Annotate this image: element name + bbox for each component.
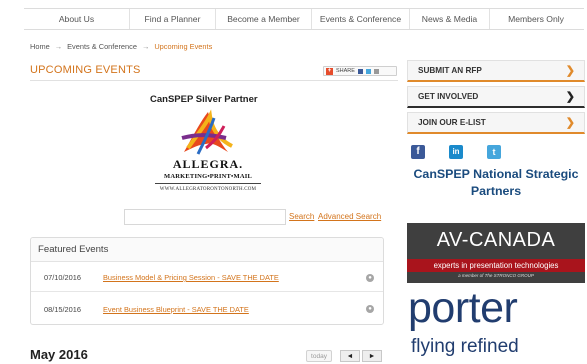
get-involved-label: GET INVOLVED [418,92,479,101]
calendar-month-title: May 2016 [30,347,88,362]
strategic-partners-title: CanSPEP National Strategic Partners [413,167,579,198]
breadcrumb-separator: → [141,42,150,51]
event-title-link[interactable]: Business Model & Pricing Session - SAVE … [101,273,366,282]
event-info-icon[interactable]: ● [366,305,374,313]
nav-item-about-us[interactable]: About Us [24,9,130,29]
facebook-icon[interactable]: f [411,145,425,159]
event-row: 07/10/2016 Business Model & Pricing Sess… [31,264,383,292]
event-row: 08/15/2016 Event Business Blueprint - SA… [31,295,383,323]
breadcrumb-home[interactable]: Home [30,42,50,51]
av-canada-member-note: a member of The STRONCO GROUP [458,273,534,278]
allegra-logo-name: ALLEGRA. [172,157,244,171]
allegra-logo-mark-icon[interactable] [176,108,236,158]
nav-item-members-only[interactable]: Members Only [490,9,582,29]
featured-events-heading: Featured Events [31,238,383,262]
event-title-link[interactable]: Event Business Blueprint - SAVE THE DATE [101,305,366,314]
nav-item-find-a-planner[interactable]: Find a Planner [130,9,216,29]
email-mini-icon [373,68,379,74]
chevron-right-icon: ❯ [565,117,575,129]
nav-item-become-a-member[interactable]: Become a Member [216,9,312,29]
breadcrumb-current: Upcoming Events [154,42,213,51]
breadcrumb-separator: → [54,42,63,51]
silver-partner-title: CanSPEP Silver Partner [150,94,258,105]
calendar-prev-button[interactable]: ◄ [340,350,360,362]
share-button[interactable]: + SHARE [323,66,397,76]
join-elist-button[interactable]: JOIN OUR E-LIST ❯ [407,112,585,134]
linkedin-icon[interactable]: in [449,145,463,159]
nav-item-events-conference[interactable]: Events & Conference [312,9,410,29]
facebook-mini-icon [357,68,363,74]
page-title: UPCOMING EVENTS [30,64,141,76]
twitter-icon[interactable]: t [487,145,501,159]
search-input[interactable] [124,209,286,225]
twitter-mini-icon [365,68,371,74]
event-info-icon[interactable]: ● [366,273,374,282]
allegra-logo-divider [155,183,261,184]
breadcrumb: Home → Events & Conference → Upcoming Events [30,42,212,51]
chevron-right-icon: ❯ [565,91,575,103]
share-plus-icon: + [326,67,333,75]
breadcrumb-events-conference[interactable]: Events & Conference [67,42,137,51]
event-date: 08/15/2016 [44,304,81,314]
calendar-today-button[interactable]: today [306,350,332,362]
get-involved-button[interactable]: GET INVOLVED ❯ [407,86,585,108]
nav-item-news-media[interactable]: News & Media [410,9,490,29]
share-label: SHARE [336,68,355,74]
allegra-logo-tagline: MARKETING•PRINT•MAIL [164,173,252,180]
join-elist-label: JOIN OUR E-LIST [418,118,486,127]
top-nav: About Us Find a Planner Become a Member … [24,8,584,30]
porter-tagline: flying refined [411,336,519,357]
calendar-next-button[interactable]: ► [362,350,382,362]
featured-events-panel: Featured Events 07/10/2016 Business Mode… [30,237,384,325]
av-canada-tagline: experts in presentation technologies [407,259,585,272]
submit-rfp-label: SUBMIT AN RFP [418,66,482,75]
search-link[interactable]: Search [289,212,314,221]
submit-rfp-button[interactable]: SUBMIT AN RFP ❯ [407,60,585,82]
av-canada-logo: AV-CANADA [436,229,556,251]
title-divider [30,80,398,81]
av-canada-banner[interactable]: AV-CANADA experts in presentation techno… [407,223,585,283]
advanced-search-link[interactable]: Advanced Search [318,212,381,221]
event-date: 07/10/2016 [44,273,81,282]
porter-logo[interactable]: porter [408,284,518,332]
allegra-logo-url: WWW.ALLEGRATORONTONORTH.COM [159,187,257,192]
chevron-right-icon: ❯ [565,65,575,77]
